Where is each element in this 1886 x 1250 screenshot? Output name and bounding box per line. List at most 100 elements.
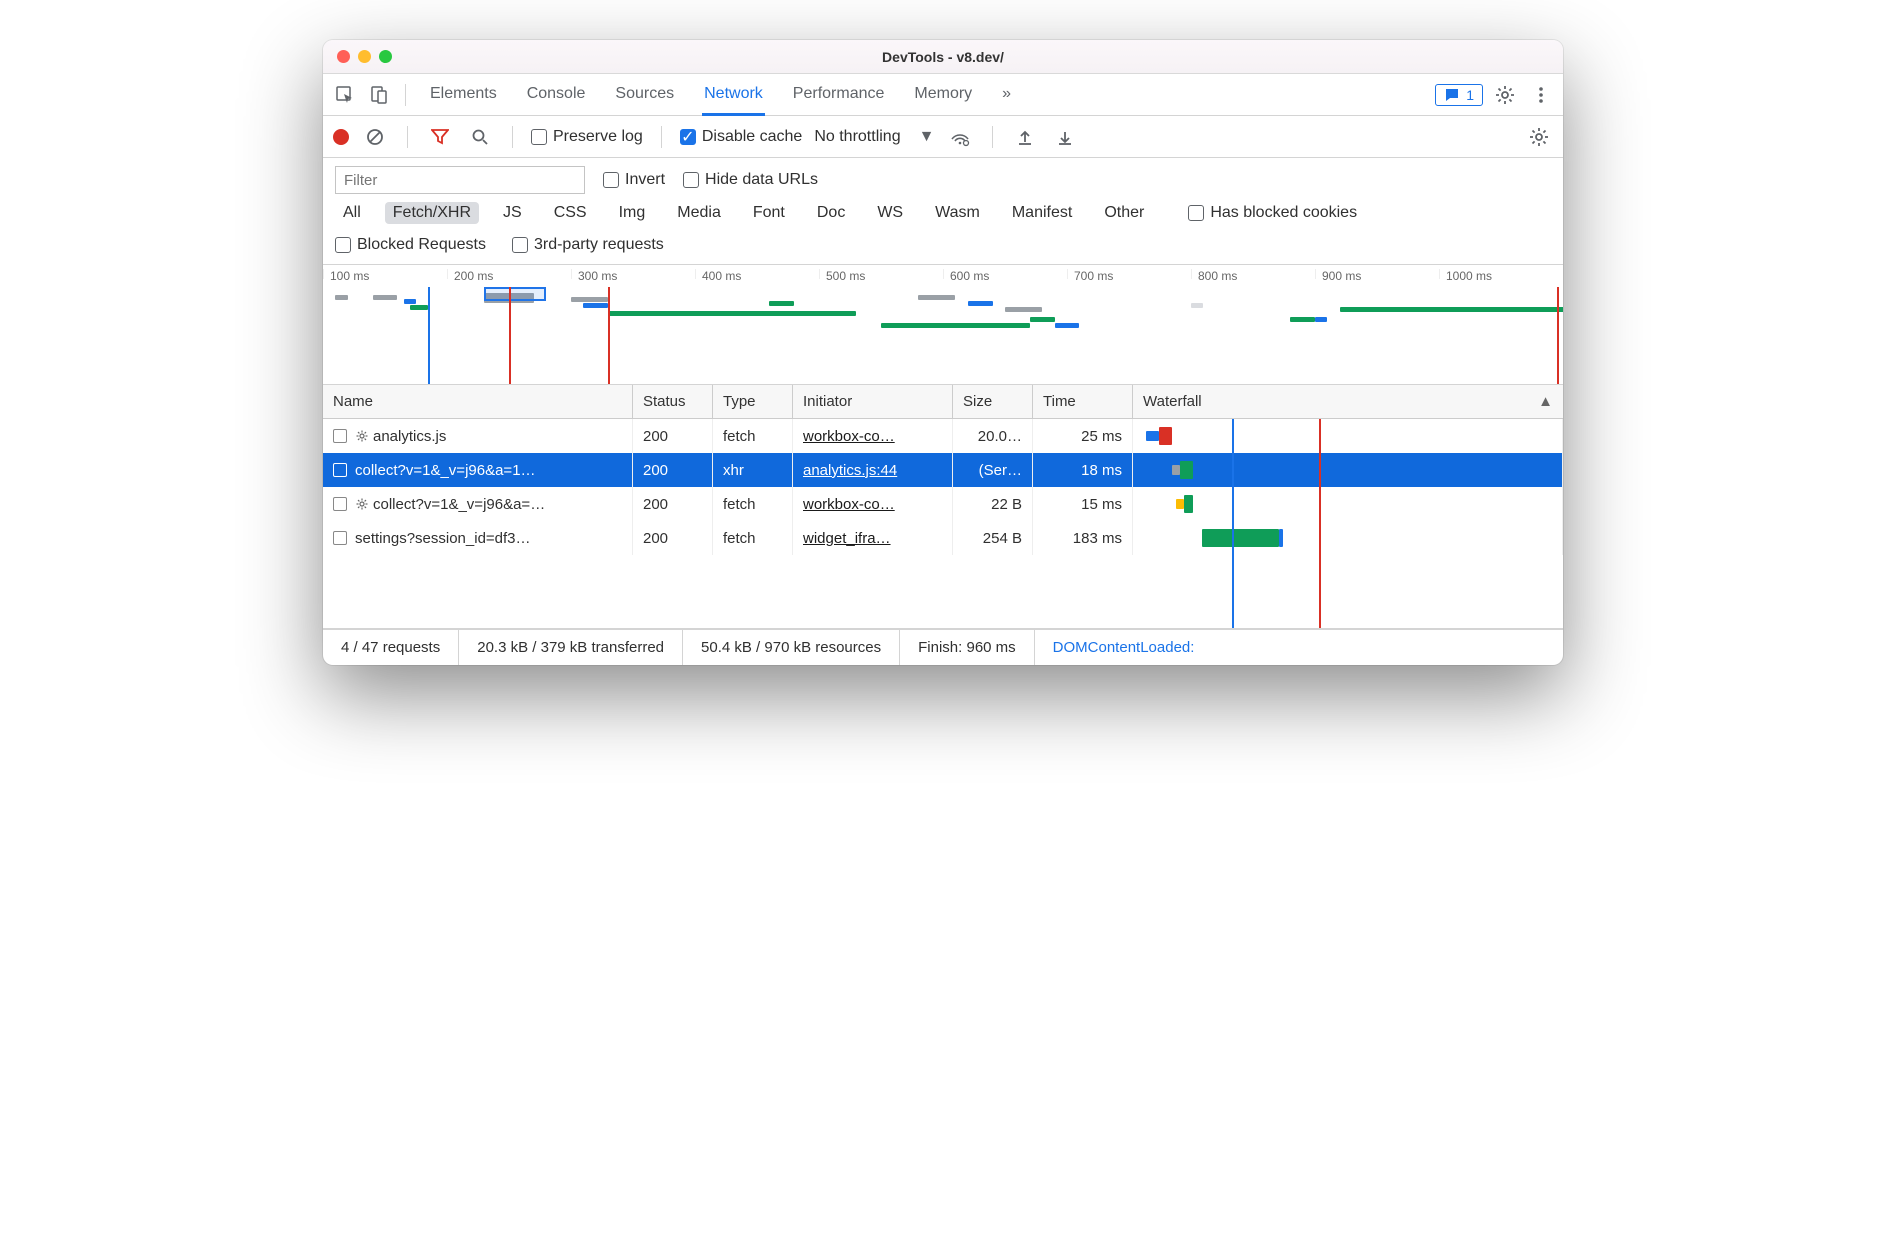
issues-badge[interactable]: 1 [1435, 84, 1483, 106]
type-ws[interactable]: WS [869, 202, 911, 224]
request-waterfall [1133, 487, 1563, 521]
header-size[interactable]: Size [953, 385, 1033, 418]
request-type: xhr [713, 453, 793, 487]
status-dcl: DOMContentLoaded: [1035, 630, 1213, 665]
request-row[interactable]: collect?v=1&_v=j96&a=… 200fetch workbox-co… [323, 487, 1563, 521]
row-checkbox[interactable] [333, 497, 347, 511]
download-har-icon[interactable] [1051, 123, 1079, 151]
row-checkbox[interactable] [333, 463, 347, 477]
request-row[interactable]: collect?v=1&_v=j96&a=1… 200xhr analytics.j… [323, 453, 1563, 487]
request-time: 183 ms [1033, 521, 1133, 555]
record-button[interactable] [333, 129, 349, 145]
blocked-requests-checkbox[interactable]: Blocked Requests [335, 236, 486, 254]
request-row[interactable]: analytics.js200fetchworkbox-co…20.0…25 m… [323, 419, 1563, 453]
type-other[interactable]: Other [1096, 202, 1152, 224]
chat-icon [1444, 87, 1460, 103]
request-status: 200 [633, 419, 713, 453]
header-initiator[interactable]: Initiator [793, 385, 953, 418]
request-initiator[interactable]: workbox-co… [803, 428, 895, 445]
clear-icon[interactable] [361, 123, 389, 151]
filter-input[interactable] [335, 166, 585, 194]
tab-elements[interactable]: Elements [428, 75, 499, 114]
row-checkbox[interactable] [333, 531, 347, 545]
request-size: (Ser… [953, 453, 1033, 487]
timeline-overview[interactable]: 100 ms 200 ms 300 ms 400 ms 500 ms 600 m… [323, 265, 1563, 385]
tab-performance[interactable]: Performance [791, 75, 887, 114]
window-title: DevTools - v8.dev/ [323, 49, 1563, 65]
status-transferred: 20.3 kB / 379 kB transferred [459, 630, 683, 665]
filter-icon[interactable] [426, 123, 454, 151]
panel-tabbar: Elements Console Sources Network Perform… [323, 74, 1563, 116]
request-status: 200 [633, 453, 713, 487]
request-waterfall [1133, 521, 1563, 555]
hide-data-urls-checkbox[interactable]: Hide data URLs [683, 171, 818, 189]
tab-memory[interactable]: Memory [912, 75, 974, 114]
disable-cache-checkbox[interactable]: ✓Disable cache [680, 128, 803, 146]
type-font[interactable]: Font [745, 202, 793, 224]
row-checkbox[interactable] [333, 429, 347, 443]
timeline-ticks: 100 ms 200 ms 300 ms 400 ms 500 ms 600 m… [323, 269, 1563, 279]
type-wasm[interactable]: Wasm [927, 202, 988, 224]
request-type: fetch [713, 419, 793, 453]
overview-selection[interactable] [484, 287, 546, 301]
load-marker [509, 287, 511, 384]
type-css[interactable]: CSS [546, 202, 595, 224]
load-marker-2 [608, 287, 610, 384]
throttling-select[interactable]: No throttling ▼ [814, 128, 934, 146]
request-size: 20.0… [953, 419, 1033, 453]
status-resources: 50.4 kB / 970 kB resources [683, 630, 900, 665]
header-type[interactable]: Type [713, 385, 793, 418]
header-time[interactable]: Time [1033, 385, 1133, 418]
type-img[interactable]: Img [611, 202, 654, 224]
status-bar: 4 / 47 requests 20.3 kB / 379 kB transfe… [323, 629, 1563, 665]
request-type: fetch [713, 487, 793, 521]
status-finish: Finish: 960 ms [900, 630, 1035, 665]
request-initiator[interactable]: workbox-co… [803, 496, 895, 513]
third-party-checkbox[interactable]: 3rd-party requests [512, 236, 664, 254]
kebab-menu-icon[interactable] [1527, 81, 1555, 109]
type-fetch-xhr[interactable]: Fetch/XHR [385, 202, 479, 224]
tab-sources[interactable]: Sources [613, 75, 676, 114]
request-initiator[interactable]: widget_ifra… [803, 530, 891, 547]
inspect-icon[interactable] [331, 81, 359, 109]
separator [992, 126, 993, 148]
window-titlebar: DevTools - v8.dev/ [323, 40, 1563, 74]
grid-header: Name Status Type Initiator Size Time Wat… [323, 385, 1563, 419]
search-icon[interactable] [466, 123, 494, 151]
request-name: settings?session_id=df3… [355, 530, 531, 547]
type-media[interactable]: Media [669, 202, 729, 224]
request-initiator[interactable]: analytics.js:44 [803, 462, 897, 479]
type-doc[interactable]: Doc [809, 202, 853, 224]
tabs-overflow[interactable]: » [1000, 75, 1013, 114]
request-row[interactable]: settings?session_id=df3…200fetchwidget_i… [323, 521, 1563, 555]
type-manifest[interactable]: Manifest [1004, 202, 1080, 224]
request-name: collect?v=1&_v=j96&a=1… [355, 462, 536, 479]
preserve-log-checkbox[interactable]: Preserve log [531, 128, 643, 146]
settings-gear-icon[interactable] [1491, 81, 1519, 109]
type-all[interactable]: All [335, 202, 369, 224]
maximize-window-button[interactable] [379, 50, 392, 63]
close-window-button[interactable] [337, 50, 350, 63]
request-time: 18 ms [1033, 453, 1133, 487]
type-js[interactable]: JS [495, 202, 530, 224]
panel-settings-gear-icon[interactable] [1525, 123, 1553, 151]
tab-console[interactable]: Console [525, 75, 588, 114]
header-status[interactable]: Status [633, 385, 713, 418]
invert-checkbox[interactable]: Invert [603, 171, 665, 189]
request-waterfall [1133, 419, 1563, 453]
tab-network[interactable]: Network [702, 75, 765, 116]
network-conditions-icon[interactable] [946, 123, 974, 151]
separator [405, 84, 406, 106]
request-time: 25 ms [1033, 419, 1133, 453]
device-toggle-icon[interactable] [365, 81, 393, 109]
header-name[interactable]: Name [323, 385, 633, 418]
request-name: collect?v=1&_v=j96&a=… [373, 496, 545, 513]
has-blocked-cookies-checkbox[interactable]: Has blocked cookies [1188, 204, 1357, 222]
request-type: fetch [713, 521, 793, 555]
header-waterfall[interactable]: Waterfall ▲ [1133, 385, 1563, 418]
request-status: 200 [633, 487, 713, 521]
panel-tabs: Elements Console Sources Network Perform… [428, 75, 1013, 114]
minimize-window-button[interactable] [358, 50, 371, 63]
upload-har-icon[interactable] [1011, 123, 1039, 151]
request-waterfall [1133, 453, 1563, 487]
